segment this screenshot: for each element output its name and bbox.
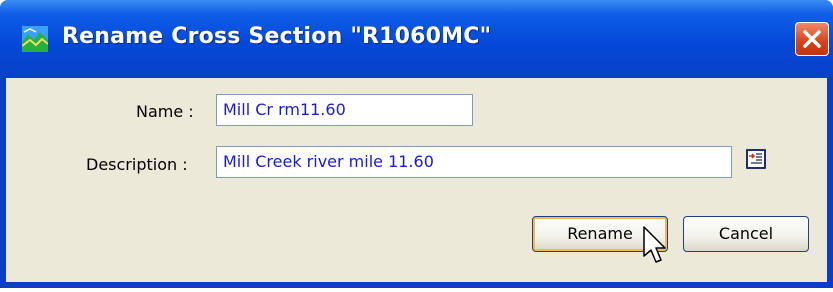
text-edit-icon[interactable] (745, 148, 767, 170)
name-field[interactable]: Mill Cr rm11.60 (216, 94, 473, 126)
cancel-button[interactable]: Cancel (683, 216, 809, 252)
name-label: Name : (136, 102, 194, 121)
window-title: Rename Cross Section "R1060MC" (62, 24, 492, 49)
window-frame-bottom (0, 282, 833, 288)
dialog-body: Name : Mill Cr rm11.60 Description : Mil… (6, 78, 827, 282)
description-label: Description : (86, 155, 188, 174)
close-button[interactable] (795, 22, 829, 56)
title-bar[interactable]: Rename Cross Section "R1060MC" (0, 0, 833, 78)
description-field[interactable]: Mill Creek river mile 11.60 (216, 146, 732, 178)
mouse-cursor-icon (643, 226, 666, 263)
rename-dialog: Rename Cross Section "R1060MC" Name : Mi… (0, 0, 833, 288)
app-icon (22, 26, 48, 52)
close-icon (803, 30, 821, 48)
